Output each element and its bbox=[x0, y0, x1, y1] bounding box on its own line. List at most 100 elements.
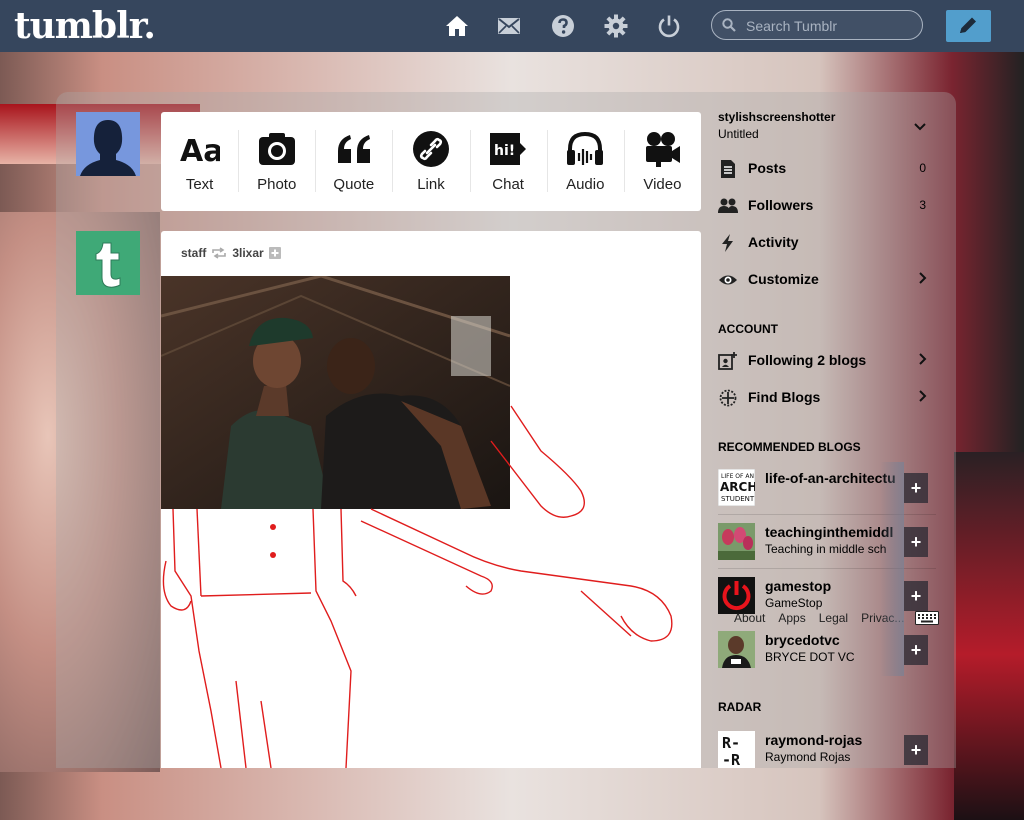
sidebar-item-label: Find Blogs bbox=[748, 389, 821, 405]
svg-text:Aa: Aa bbox=[180, 134, 220, 169]
followers-icon bbox=[718, 198, 738, 213]
new-video-post-button[interactable]: Video bbox=[623, 112, 701, 211]
blog-avatar bbox=[718, 577, 755, 614]
radar-blog[interactable]: R- -R raymond-rojas Raymond Rojas + bbox=[718, 731, 931, 769]
home-icon[interactable] bbox=[445, 14, 469, 38]
link-icon bbox=[412, 131, 449, 167]
blog-title: Teaching in middle sch bbox=[765, 542, 887, 556]
text-icon: Aa bbox=[180, 134, 220, 169]
posts-icon bbox=[721, 160, 735, 178]
sidebar-item-label: Activity bbox=[748, 234, 799, 250]
top-bar: tumblr. bbox=[0, 0, 1024, 52]
chat-icon: hi! bbox=[490, 133, 527, 165]
footer-about-link[interactable]: About bbox=[734, 611, 765, 625]
svg-text:hi!: hi! bbox=[494, 143, 515, 159]
followers-count: 3 bbox=[919, 198, 926, 212]
keyboard-icon[interactable] bbox=[915, 611, 939, 625]
post-type-label: Photo bbox=[257, 176, 297, 193]
chevron-right-icon bbox=[919, 390, 927, 402]
sidebar-item-label: Following 2 blogs bbox=[748, 352, 867, 368]
footer-links: About Apps Legal Privac... bbox=[734, 611, 904, 625]
sidebar-item-find-blogs[interactable]: Find Blogs bbox=[718, 387, 930, 409]
new-quote-post-button[interactable]: Quote bbox=[315, 112, 392, 211]
chevron-right-icon bbox=[919, 272, 927, 284]
chevron-right-icon bbox=[919, 353, 927, 365]
post-type-label: Quote bbox=[333, 176, 375, 193]
post-type-label: Audio bbox=[566, 176, 605, 193]
sidebar-item-customize[interactable]: Customize bbox=[718, 269, 930, 291]
svg-text:-R: -R bbox=[722, 751, 741, 768]
svg-text:STUDENT: STUDENT bbox=[721, 495, 755, 503]
blog-avatar bbox=[718, 631, 755, 668]
reblogged-post: staff 3lixar bbox=[161, 231, 701, 768]
headphones-icon bbox=[567, 131, 604, 165]
follow-button[interactable]: + bbox=[904, 473, 928, 503]
follow-button[interactable]: + bbox=[904, 635, 928, 665]
new-audio-post-button[interactable]: Audio bbox=[546, 112, 624, 211]
blog-title[interactable]: Untitled bbox=[718, 127, 759, 141]
eye-icon bbox=[719, 275, 737, 285]
quote-icon bbox=[337, 135, 370, 163]
blog-avatar bbox=[718, 523, 755, 560]
new-photo-post-button[interactable]: Photo bbox=[238, 112, 315, 211]
sidebar-item-posts[interactable]: Posts 0 bbox=[718, 158, 930, 180]
post-type-label: Link bbox=[417, 176, 445, 193]
svg-text:LIFE OF AN: LIFE OF AN bbox=[721, 473, 754, 480]
sidebar-item-activity[interactable]: Activity bbox=[718, 232, 930, 254]
blog-name: life-of-an-architectu bbox=[765, 470, 896, 486]
svg-text:ARCHI: ARCHI bbox=[720, 480, 755, 494]
video-camera-icon bbox=[646, 132, 681, 167]
new-post-bar: Aa Text Photo Quote Link hi! Chat Audio … bbox=[161, 112, 701, 211]
post-type-label: Video bbox=[643, 176, 682, 193]
sidebar-item-label: Followers bbox=[748, 197, 814, 213]
account-heading: ACCOUNT bbox=[718, 322, 778, 336]
scrollbar[interactable] bbox=[880, 462, 904, 676]
tumblr-logo[interactable]: tumblr. bbox=[14, 4, 156, 48]
lightning-icon bbox=[722, 234, 733, 252]
sidebar-item-followers[interactable]: Followers 3 bbox=[718, 195, 930, 217]
footer-apps-link[interactable]: Apps bbox=[778, 611, 805, 625]
search-bar[interactable] bbox=[711, 10, 923, 40]
sidebar-item-following[interactable]: Following 2 blogs bbox=[718, 350, 930, 372]
pencil-icon bbox=[960, 17, 976, 33]
post-drawing bbox=[162, 405, 673, 768]
svg-text:R-: R- bbox=[722, 734, 740, 752]
search-input[interactable] bbox=[744, 15, 918, 37]
new-text-post-button[interactable]: Aa Text bbox=[161, 112, 238, 211]
radar-heading: RADAR bbox=[718, 700, 762, 714]
blog-avatar: R- -R bbox=[718, 731, 755, 768]
search-icon bbox=[722, 18, 736, 32]
tumblr-staff-avatar[interactable] bbox=[76, 231, 140, 295]
user-avatar[interactable] bbox=[76, 112, 140, 176]
blog-name: teachinginthemiddl bbox=[765, 524, 894, 540]
blog-avatar: LIFE OF AN ARCHI STUDENT bbox=[718, 469, 755, 506]
follow-button[interactable]: + bbox=[904, 735, 928, 765]
sidebar-item-label: Customize bbox=[748, 271, 819, 287]
new-chat-post-button[interactable]: hi! Chat bbox=[469, 112, 547, 211]
blog-name: brycedotvc bbox=[765, 632, 840, 648]
chevron-down-icon[interactable] bbox=[914, 123, 926, 131]
footer-legal-link[interactable]: Legal bbox=[819, 611, 848, 625]
post-type-label: Text bbox=[185, 176, 214, 193]
blog-name[interactable]: stylishscreenshotter bbox=[718, 110, 835, 124]
settings-icon[interactable] bbox=[604, 14, 628, 38]
post-type-label: Chat bbox=[492, 176, 524, 193]
sidebar-item-label: Posts bbox=[748, 160, 787, 176]
new-link-post-button[interactable]: Link bbox=[392, 112, 469, 211]
compass-icon bbox=[719, 389, 737, 407]
recommended-heading: RECOMMENDED BLOGS bbox=[718, 440, 861, 454]
follow-button[interactable]: + bbox=[904, 527, 928, 557]
following-icon bbox=[718, 352, 737, 370]
blog-name: raymond-rojas bbox=[765, 732, 863, 748]
mail-icon[interactable] bbox=[497, 14, 521, 38]
power-icon[interactable] bbox=[657, 14, 681, 38]
help-icon[interactable] bbox=[551, 14, 575, 38]
compose-button[interactable] bbox=[946, 10, 991, 42]
blog-title: BRYCE DOT VC bbox=[765, 650, 855, 664]
camera-icon bbox=[258, 133, 295, 165]
posts-count: 0 bbox=[919, 161, 926, 175]
blog-title: GameStop bbox=[765, 596, 823, 610]
follow-button[interactable]: + bbox=[904, 581, 928, 611]
blog-title: Raymond Rojas bbox=[765, 750, 851, 764]
blog-name: gamestop bbox=[765, 578, 832, 594]
